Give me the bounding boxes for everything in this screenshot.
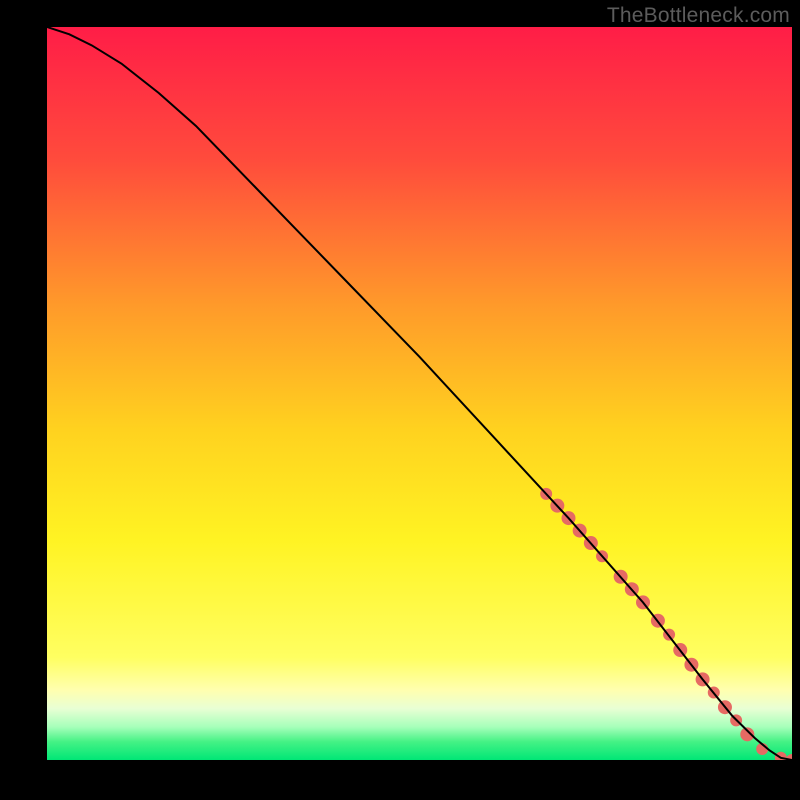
attribution-label: TheBottleneck.com <box>607 4 790 28</box>
chart-svg <box>47 27 792 760</box>
plot-area <box>47 27 792 760</box>
chart-stage: TheBottleneck.com <box>0 0 800 800</box>
